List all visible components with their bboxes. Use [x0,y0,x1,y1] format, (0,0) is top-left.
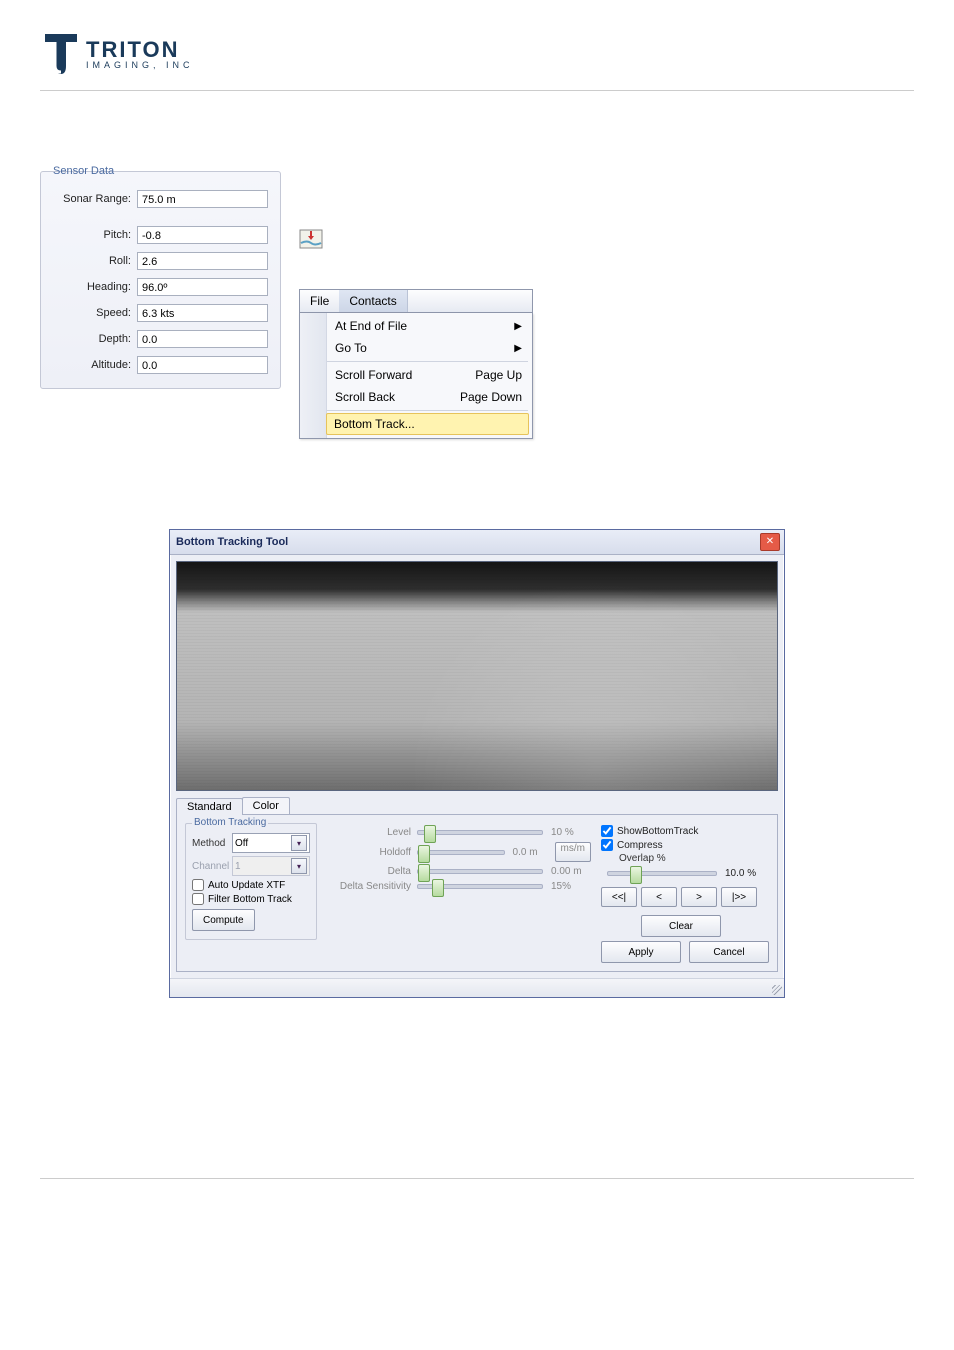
method-select[interactable]: Off ▾ [232,833,310,853]
menu-item-label: Scroll Back [335,390,395,404]
delta-value: 0.00 m [551,866,591,877]
menu-bottom-track[interactable]: Bottom Track... [326,413,529,435]
tab-standard[interactable]: Standard [176,798,243,815]
compress-checkbox[interactable] [601,839,613,851]
compress-label: Compress [617,840,663,851]
status-bar [170,978,784,997]
nav-first-button[interactable]: <<| [601,887,637,907]
apply-button[interactable]: Apply [601,941,681,963]
heading-field[interactable]: 96.0º [137,278,268,296]
menu-at-end-of-file[interactable]: At End of File ▶ [327,315,532,337]
auto-update-checkbox[interactable] [192,879,204,891]
chevron-down-icon: ▾ [291,835,307,851]
overlap-slider[interactable] [607,871,717,876]
bottom-track-toolbar-icon[interactable] [299,229,323,249]
show-bt-checkbox[interactable] [601,825,613,837]
sonar-range-label: Sonar Range: [53,193,131,205]
contacts-dropdown: At End of File ▶ Go To ▶ Scroll Forward … [299,313,533,439]
overlap-value: 10.0 % [725,868,769,879]
letterhead: TRITON IMAGING, INC [40,30,914,91]
menu-item-label: Bottom Track... [334,417,415,431]
show-bt-label: ShowBottomTrack [617,826,698,837]
pitch-label: Pitch: [53,229,131,241]
brand-sub: IMAGING, INC [86,61,194,70]
nav-next-button[interactable]: > [681,887,717,907]
standard-panel: Bottom Tracking Method Off ▾ Channel 1 ▾ [176,815,778,972]
unit-toggle-button[interactable]: ms/m [555,842,591,862]
level-slider[interactable] [417,830,543,835]
titlebar: Bottom Tracking Tool ✕ [170,530,784,555]
overlap-label: Overlap % [619,853,769,864]
bt-legend: Bottom Tracking [192,817,268,828]
delta-slider[interactable] [417,869,543,874]
tab-strip: Standard Color [176,797,778,815]
channel-value: 1 [235,861,241,872]
cancel-button[interactable]: Cancel [689,941,769,963]
depth-field[interactable]: 0.0 [137,330,268,348]
tab-color[interactable]: Color [242,797,290,814]
auto-update-label: Auto Update XTF [208,880,285,891]
sonar-waterfall-display[interactable] [176,561,778,791]
window-title: Bottom Tracking Tool [176,536,288,548]
delta-label: Delta [327,866,417,877]
nav-prev-button[interactable]: < [641,887,677,907]
delta-sens-slider[interactable] [417,884,543,889]
menu-contacts[interactable]: Contacts [339,290,407,312]
submenu-arrow-icon: ▶ [514,343,522,354]
nav-last-button[interactable]: |>> [721,887,757,907]
holdoff-slider[interactable] [417,850,505,855]
bottom-tracking-tool-window: Bottom Tracking Tool ✕ Standard Color Bo… [169,529,785,998]
channel-label: Channel [192,861,232,872]
holdoff-label: Holdoff [327,847,417,858]
clear-button[interactable]: Clear [641,915,721,937]
holdoff-value: 0.0 m [513,847,553,858]
speed-label: Speed: [53,307,131,319]
bottom-tracking-group: Bottom Tracking Method Off ▾ Channel 1 ▾ [185,823,317,940]
delta-sens-value: 15% [551,881,591,892]
speed-field[interactable]: 6.3 kts [137,304,268,322]
filter-bt-checkbox[interactable] [192,893,204,905]
roll-label: Roll: [53,255,131,267]
menu-scroll-back[interactable]: Scroll Back Page Down [327,386,532,408]
delta-sens-label: Delta Sensitivity [327,881,417,892]
menu-item-accel: Page Down [460,390,522,404]
footer-rule [40,1178,914,1179]
depth-label: Depth: [53,333,131,345]
compute-button[interactable]: Compute [192,909,255,931]
triton-logo-icon [40,30,82,78]
altitude-field[interactable]: 0.0 [137,356,268,374]
method-label: Method [192,838,232,849]
menu-scroll-forward[interactable]: Scroll Forward Page Up [327,364,532,386]
close-icon: ✕ [766,537,774,547]
menu-item-label: Scroll Forward [335,368,412,382]
filter-bt-label: Filter Bottom Track [208,894,292,905]
sensor-legend: Sensor Data [51,165,116,177]
menu-item-accel: Page Up [475,368,522,382]
sonar-range-field[interactable]: 75.0 m [137,190,268,208]
menu-item-label: Go To [335,341,367,355]
menu-go-to[interactable]: Go To ▶ [327,337,532,359]
channel-select: 1 ▾ [232,856,310,876]
close-button[interactable]: ✕ [760,533,780,551]
heading-label: Heading: [53,281,131,293]
altitude-label: Altitude: [53,359,131,371]
sensor-data-panel: Sensor Data Sonar Range: 75.0 m Pitch: -… [40,171,281,389]
method-value: Off [235,838,248,849]
level-label: Level [327,827,417,838]
roll-field[interactable]: 2.6 [137,252,268,270]
brand-name: TRITON [86,39,194,61]
submenu-arrow-icon: ▶ [514,321,522,332]
menu-item-label: At End of File [335,319,407,333]
pitch-field[interactable]: -0.8 [137,226,268,244]
menu-bar: File Contacts [299,289,533,313]
chevron-down-icon: ▾ [291,858,307,874]
level-value: 10 % [551,827,591,838]
menu-file[interactable]: File [300,290,339,312]
